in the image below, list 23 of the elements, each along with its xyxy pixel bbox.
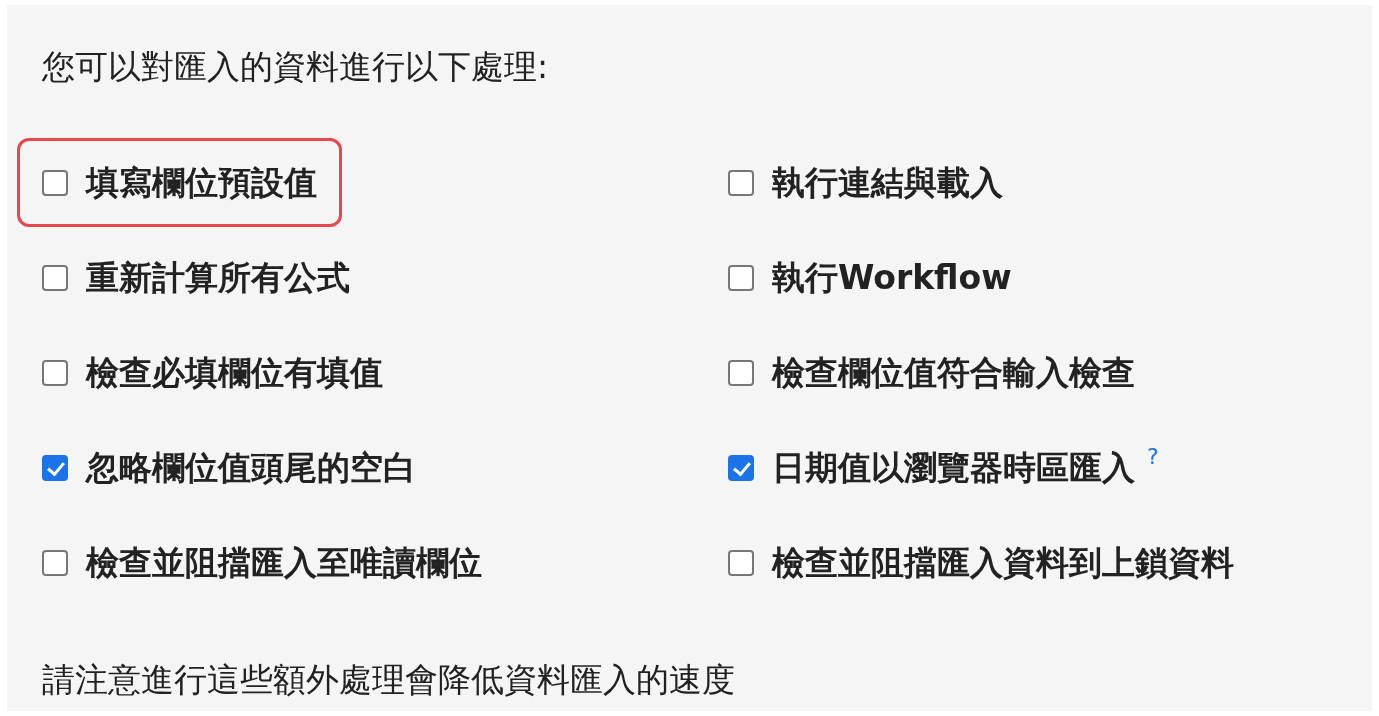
checkbox[interactable] [728,454,754,481]
checkbox[interactable] [42,264,68,291]
checkbox[interactable] [42,169,68,196]
checkbox-label: 執行連結與載入 [772,161,1003,204]
checkbox-label: 執行Workflow [772,256,1012,299]
checkbox[interactable] [728,169,754,196]
checkbox[interactable] [42,359,68,386]
checkbox-label: 檢查欄位值符合輸入檢查 [772,351,1135,394]
checkbox-label: 檢查並阻擋匯入資料到上鎖資料 [772,541,1234,584]
intro-text: 您可以對匯入的資料進行以下處理: [41,46,550,88]
checkbox-label: 重新計算所有公式 [86,256,350,299]
checkbox[interactable] [42,549,68,576]
checkbox-label: 檢查並阻擋匯入至唯讀欄位 [86,541,482,584]
note-text: 請注意進行這些額外處理會降低資料匯入的速度 [41,659,736,701]
checkbox[interactable] [728,359,754,386]
checkbox[interactable] [728,549,754,576]
checkbox-label: 忽略欄位值頭尾的空白 [86,446,416,489]
checkbox-label: 日期值以瀏覽器時區匯入 [772,446,1135,489]
checkbox-label: 填寫欄位預設值 [86,161,317,204]
checkbox-label: 檢查必填欄位有填值 [86,351,383,394]
checkbox[interactable] [728,264,754,291]
checkbox[interactable] [42,454,68,481]
help-link[interactable]: ? [1147,444,1159,469]
